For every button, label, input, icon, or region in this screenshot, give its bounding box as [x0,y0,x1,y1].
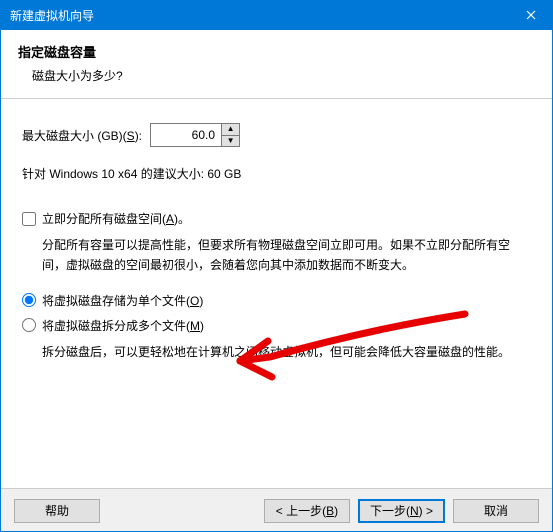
wizard-content: 最大磁盘大小 (GB)(S): ▲ ▼ 针对 Windows 10 x64 的建… [0,99,553,388]
cancel-button[interactable]: 取消 [453,499,539,523]
single-file-label: 将虚拟磁盘存储为单个文件(O) [42,292,203,309]
window-title: 新建虚拟机向导 [10,7,94,24]
back-button[interactable]: < 上一步(B) [264,499,350,523]
disk-size-label: 最大磁盘大小 (GB)(S): [22,127,142,144]
disk-size-input[interactable] [151,124,221,146]
multi-file-radio[interactable] [22,318,36,332]
allocate-now-row: 立即分配所有磁盘空间(A)。 [22,210,531,227]
disk-size-spinner[interactable]: ▲ ▼ [150,123,240,147]
disk-size-row: 最大磁盘大小 (GB)(S): ▲ ▼ [22,123,531,147]
allocate-now-desc: 分配所有容量可以提高性能，但要求所有物理磁盘空间立即可用。如果不立即分配所有空间… [22,235,531,276]
wizard-footer: 帮助 < 上一步(B) 下一步(N) > 取消 [0,488,553,532]
close-icon [526,10,536,20]
wizard-header: 指定磁盘容量 磁盘大小为多少? [0,30,553,99]
close-button[interactable] [508,0,553,30]
help-button[interactable]: 帮助 [14,499,100,523]
page-subtitle: 磁盘大小为多少? [18,67,535,84]
spinner-up-button[interactable]: ▲ [222,124,239,136]
single-file-row: 将虚拟磁盘存储为单个文件(O) [22,292,531,309]
multi-file-row: 将虚拟磁盘拆分成多个文件(M) [22,317,531,334]
multi-file-desc: 拆分磁盘后，可以更轻松地在计算机之间移动虚拟机，但可能会降低大容量磁盘的性能。 [22,342,531,362]
next-button[interactable]: 下一步(N) > [358,499,445,523]
spinner-down-button[interactable]: ▼ [222,136,239,147]
allocate-now-label: 立即分配所有磁盘空间(A)。 [42,210,190,227]
recommended-size-text: 针对 Windows 10 x64 的建议大小: 60 GB [22,165,531,182]
page-title: 指定磁盘容量 [18,42,535,61]
titlebar: 新建虚拟机向导 [0,0,553,30]
single-file-radio[interactable] [22,293,36,307]
allocate-now-checkbox[interactable] [22,212,36,226]
multi-file-label: 将虚拟磁盘拆分成多个文件(M) [42,317,204,334]
